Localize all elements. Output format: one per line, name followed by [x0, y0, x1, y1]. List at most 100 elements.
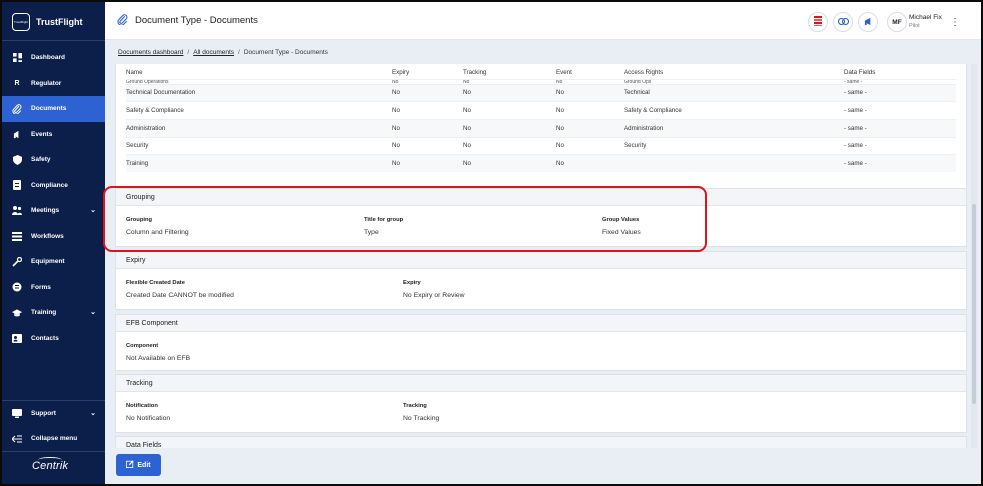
table-row[interactable]: Security No No No Security - same - [126, 136, 956, 155]
card-title: EFB Component [116, 315, 966, 332]
table-cell: No [463, 136, 556, 155]
data-fields-card: Data Fields [115, 436, 967, 448]
breadcrumb-separator: / [187, 49, 190, 56]
expiry-card: Expiry Flexible Created Date Created Dat… [115, 251, 967, 310]
stack-button[interactable] [808, 12, 828, 32]
more-options-icon[interactable]: ⋮ [947, 12, 963, 32]
brand[interactable]: TrustFlight TrustFlight [12, 12, 83, 32]
contacts-icon [12, 333, 22, 343]
sidebar-item-label: Training [31, 309, 57, 317]
sidebar-item-label: Events [31, 130, 53, 138]
sidebar-item-contacts[interactable]: Contacts [2, 326, 105, 352]
table-cell: - same - [844, 101, 956, 120]
table-row[interactable]: Technical Documentation No No No Technic… [126, 83, 956, 102]
user-name[interactable]: Michael Fix [909, 14, 942, 21]
table-cell: - same - [844, 154, 956, 173]
sidebar-item-workflows[interactable]: Workflows [2, 224, 105, 250]
announcements-button[interactable] [858, 12, 878, 32]
vertical-scrollbar[interactable] [971, 64, 977, 448]
table-cell: No [463, 101, 556, 120]
table-cell: No [556, 136, 624, 155]
table-cell: Technical Documentation [126, 83, 392, 102]
sidebar-item-forms[interactable]: Forms [2, 275, 105, 301]
megaphone-icon [12, 129, 22, 139]
sidebar-item-documents[interactable]: Documents [2, 96, 105, 122]
column-header: Access Rights [624, 68, 664, 76]
field-value: Column and Filtering [126, 229, 189, 236]
sidebar-item-label: Dashboard [31, 54, 65, 62]
collapse-menu-button[interactable]: Collapse menu [2, 426, 105, 451]
column-header: Data Fields [844, 68, 876, 76]
sidebar-item-label: Meetings [31, 207, 60, 215]
scrollbar-thumb[interactable] [972, 204, 976, 404]
column-header: Tracking [463, 68, 487, 76]
breadcrumb: Documents dashboard / All documents / Docume… [118, 49, 328, 56]
breadcrumb-documents-dashboard[interactable]: Documents dashboard [118, 49, 183, 56]
detail-scroll-area[interactable]: Name Expiry Tracking Event Access Rights… [115, 64, 967, 448]
sidebar-item-compliance[interactable]: Compliance [2, 173, 105, 199]
grouping-card: Grouping Grouping Column and Filtering T… [115, 188, 967, 247]
table-cell: Safety & Compliance [126, 101, 392, 120]
sidebar-item-label: Forms [31, 283, 51, 291]
sidebar-item-label: Regulator [31, 79, 62, 87]
table-cell: No [463, 83, 556, 102]
user-role: Pilot [909, 23, 920, 29]
table-cell: No [392, 136, 463, 155]
field-label: Flexible Created Date [126, 280, 185, 286]
tracking-card: Tracking Notification No Notification Tr… [115, 374, 967, 433]
table-cell: No [556, 118, 624, 138]
action-footer: Edit [105, 448, 981, 484]
table-cell: No [463, 154, 556, 173]
sidebar-item-events[interactable]: Events [2, 122, 105, 148]
access-rights-table: Name Expiry Tracking Event Access Rights… [126, 66, 956, 173]
layers-icon [814, 16, 822, 28]
regulator-icon: R [14, 79, 20, 87]
table-cell: Security [126, 136, 392, 155]
field-value: No Notification [126, 415, 171, 422]
field-value: Fixed Values [602, 229, 641, 236]
table-cell: Safety & Compliance [624, 101, 844, 120]
sidebar-item-training[interactable]: Training ⌄ [2, 300, 105, 326]
table-cell: - same - [844, 83, 956, 102]
access-rights-card: Name Expiry Tracking Event Access Rights… [115, 64, 967, 201]
sidebar-item-label: Safety [31, 156, 51, 164]
support-icon [12, 409, 22, 419]
sidebar: TrustFlight TrustFlight Dashboard R Regu… [2, 2, 105, 484]
link-button[interactable] [833, 12, 853, 32]
column-header: Expiry [392, 68, 410, 76]
column-header: Event [556, 68, 572, 76]
table-cell: No [392, 101, 463, 120]
support-button[interactable]: Support ⌄ [2, 401, 105, 426]
support-label: Support [31, 410, 56, 417]
sidebar-item-safety[interactable]: Safety [2, 147, 105, 173]
chevron-down-icon: ⌄ [90, 309, 96, 316]
dashboard-icon [12, 53, 22, 63]
brand-divider [2, 40, 105, 41]
table-row[interactable]: Training No No No - same - [126, 154, 956, 173]
edit-icon [126, 460, 134, 470]
divider [2, 451, 105, 452]
breadcrumb-all-documents[interactable]: All documents [193, 49, 234, 56]
breadcrumb-current: Document Type - Documents [243, 49, 328, 56]
card-title: Data Fields [116, 437, 966, 448]
sidebar-item-label: Contacts [31, 334, 59, 342]
field-value: Created Date CANNOT be modified [126, 292, 234, 299]
table-row[interactable]: Administration No No No Administration -… [126, 118, 956, 138]
sidebar-item-label: Equipment [31, 258, 65, 266]
sidebar-item-regulator[interactable]: R Regulator [2, 71, 105, 97]
field-value: Not Available on EFB [126, 355, 191, 362]
field-label: Group Values [602, 217, 640, 223]
avatar[interactable]: MF [887, 12, 907, 32]
sidebar-item-dashboard[interactable]: Dashboard [2, 45, 105, 71]
table-cell: Training [126, 154, 392, 173]
field-label: Grouping [126, 217, 153, 223]
graduation-cap-icon [12, 308, 22, 318]
field-label: Title for group [364, 217, 404, 223]
table-row[interactable]: Safety & Compliance No No No Safety & Co… [126, 101, 956, 120]
field-label: Expiry [403, 280, 421, 286]
sidebar-item-equipment[interactable]: Equipment [2, 249, 105, 275]
checklist-icon [12, 180, 22, 191]
collapse-label: Collapse menu [31, 435, 78, 442]
sidebar-item-meetings[interactable]: Meetings ⌄ [2, 198, 105, 224]
edit-button[interactable]: Edit [116, 454, 161, 476]
